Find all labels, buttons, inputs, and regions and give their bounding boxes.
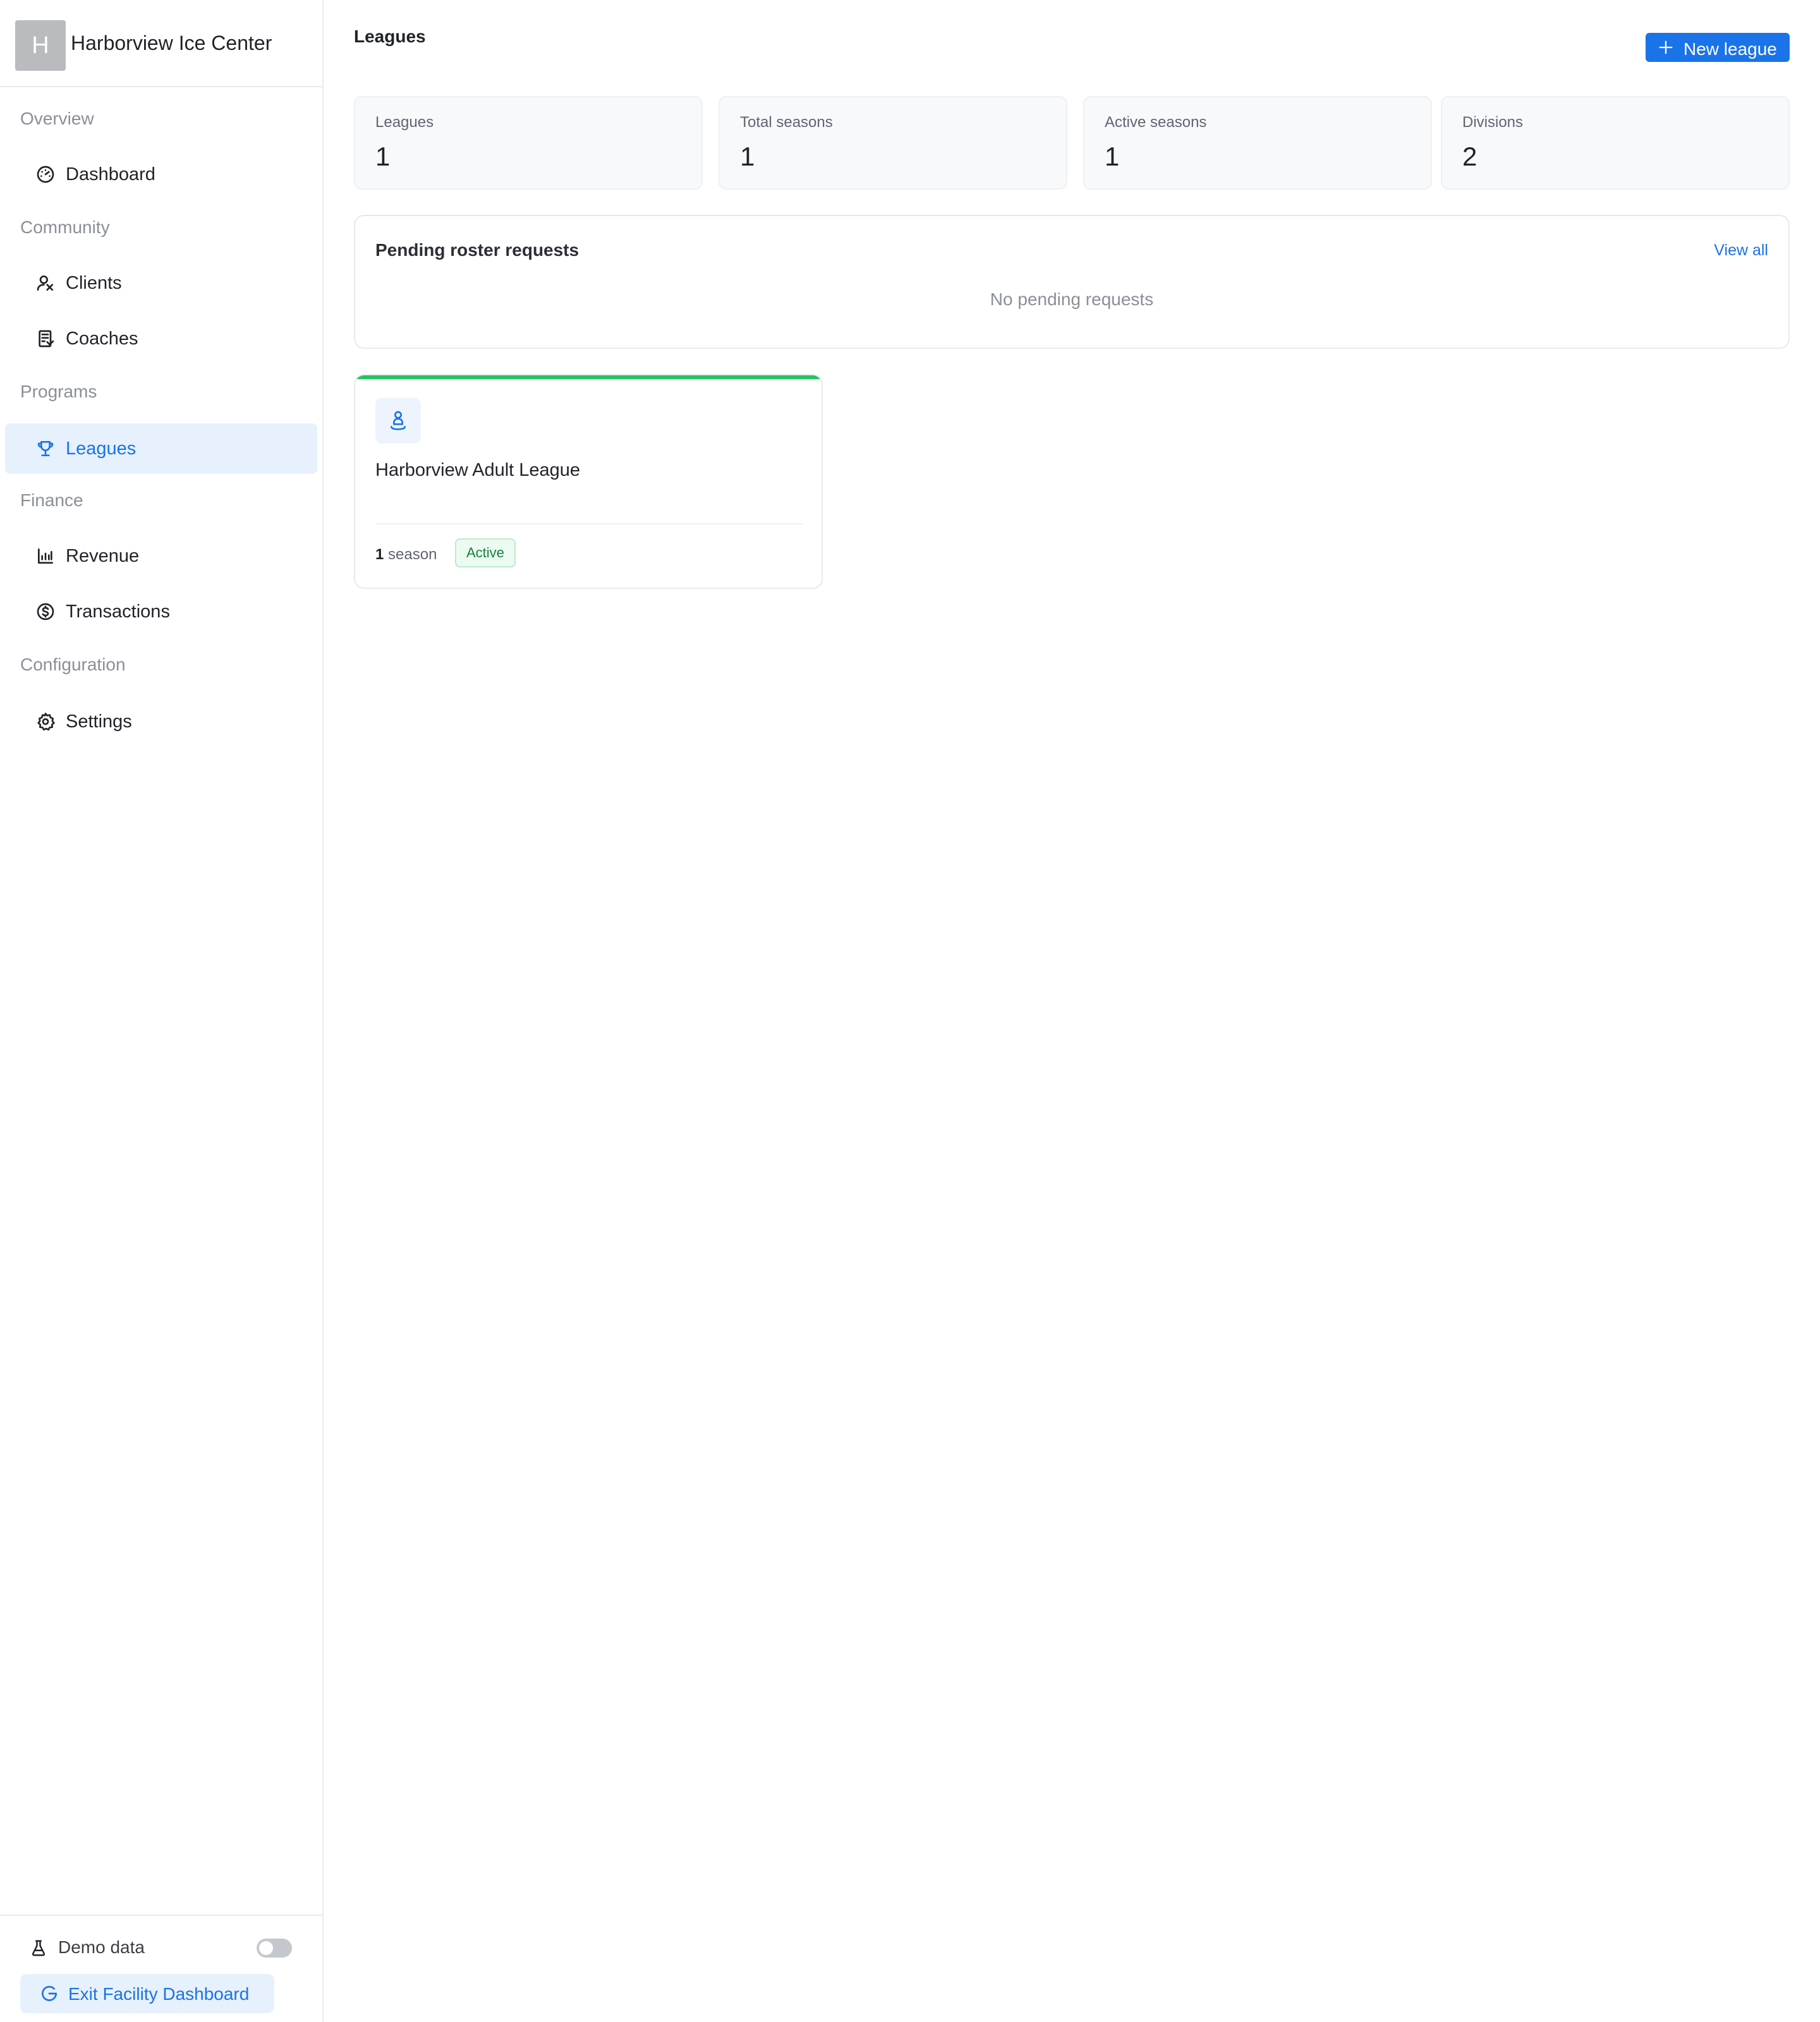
league-divider <box>375 523 803 524</box>
sidebar-item-settings[interactable]: Settings <box>5 696 317 747</box>
exit-facility-dashboard-button[interactable]: Exit Facility Dashboard <box>20 1974 274 2013</box>
stat-card-leagues: Leagues 1 <box>354 96 703 190</box>
exit-icon <box>42 1985 57 2001</box>
status-badge: Active <box>455 538 516 567</box>
exit-button-label: Exit Facility Dashboard <box>68 1984 250 2004</box>
season-count-number: 1 <box>375 546 384 563</box>
new-league-label: New league <box>1684 39 1777 59</box>
stat-value: 1 <box>740 142 755 171</box>
nav-section-overview: Overview <box>20 109 94 128</box>
sidebar-item-label: Leagues <box>66 439 136 459</box>
gauge-icon <box>37 166 54 183</box>
pending-roster-requests-panel: Pending roster requests View all No pend… <box>354 215 1790 349</box>
season-count-label: season <box>388 546 437 563</box>
flask-icon <box>32 1940 46 1956</box>
stat-label: Total seasons <box>740 114 833 131</box>
sidebar-item-label: Revenue <box>66 546 140 566</box>
league-season-count: 1 season <box>375 546 437 564</box>
gear-icon <box>37 713 55 731</box>
toggle-knob <box>259 1941 273 1955</box>
league-status-accent <box>355 375 822 379</box>
sidebar-footer: Demo data Exit Facility Dashboard <box>0 1915 322 2022</box>
sidebar-item-transactions[interactable]: Transactions <box>5 586 317 637</box>
clipboard-icon <box>39 330 54 348</box>
league-icon-box <box>375 398 421 444</box>
app: H Harborview Ice Center Overview Dashboa… <box>0 0 1820 2022</box>
demo-data-label: Demo data <box>58 1937 145 1957</box>
sidebar-item-clients[interactable]: Clients <box>5 258 317 308</box>
sidebar-item-coaches[interactable]: Coaches <box>5 313 317 364</box>
stat-card-active-seasons: Active seasons 1 <box>1083 96 1432 190</box>
nav-section-community: Community <box>20 217 110 237</box>
users-icon <box>37 275 53 291</box>
sidebar-item-label: Clients <box>66 273 122 293</box>
facility-avatar: H <box>15 20 66 71</box>
dollar-circle-icon <box>37 603 54 621</box>
brand-header: H Harborview Ice Center <box>0 0 322 87</box>
demo-data-toggle[interactable] <box>257 1939 292 1958</box>
sidebar-item-label: Transactions <box>66 602 170 622</box>
stat-value: 1 <box>1105 142 1120 171</box>
sidebar-item-label: Settings <box>66 711 132 732</box>
pending-title: Pending roster requests <box>375 240 579 260</box>
sidebar-item-revenue[interactable]: Revenue <box>5 531 317 581</box>
stat-card-divisions: Divisions 2 <box>1441 96 1790 190</box>
hockey-player-icon <box>391 411 406 430</box>
nav-section-programs: Programs <box>20 382 97 401</box>
league-name: Harborview Adult League <box>375 460 581 480</box>
page-title: Leagues <box>354 27 426 46</box>
pending-empty-state: No pending requests <box>990 289 1154 309</box>
sidebar-item-dashboard[interactable]: Dashboard <box>5 149 317 200</box>
nav-section-configuration: Configuration <box>20 655 126 674</box>
sidebar-item-leagues[interactable]: Leagues <box>5 423 317 474</box>
stat-card-total-seasons: Total seasons 1 <box>719 96 1067 190</box>
new-league-button[interactable]: New league <box>1646 33 1790 62</box>
view-all-link[interactable]: View all <box>1714 241 1768 260</box>
stat-label: Active seasons <box>1105 114 1207 131</box>
sidebar-item-label: Dashboard <box>66 164 155 185</box>
facility-name: Harborview Ice Center <box>71 32 272 54</box>
league-card[interactable]: Harborview Adult League 1 season Active <box>354 374 823 589</box>
stat-value: 2 <box>1462 142 1477 171</box>
stat-label: Divisions <box>1462 114 1524 131</box>
trophy-icon <box>37 441 54 456</box>
sidebar: H Harborview Ice Center Overview Dashboa… <box>0 0 324 2022</box>
plus-icon <box>1659 40 1673 54</box>
sidebar-item-label: Coaches <box>66 329 138 349</box>
stat-label: Leagues <box>375 114 434 131</box>
nav-section-finance: Finance <box>20 490 83 510</box>
bar-chart-icon <box>38 548 53 564</box>
stat-value: 1 <box>375 142 391 171</box>
